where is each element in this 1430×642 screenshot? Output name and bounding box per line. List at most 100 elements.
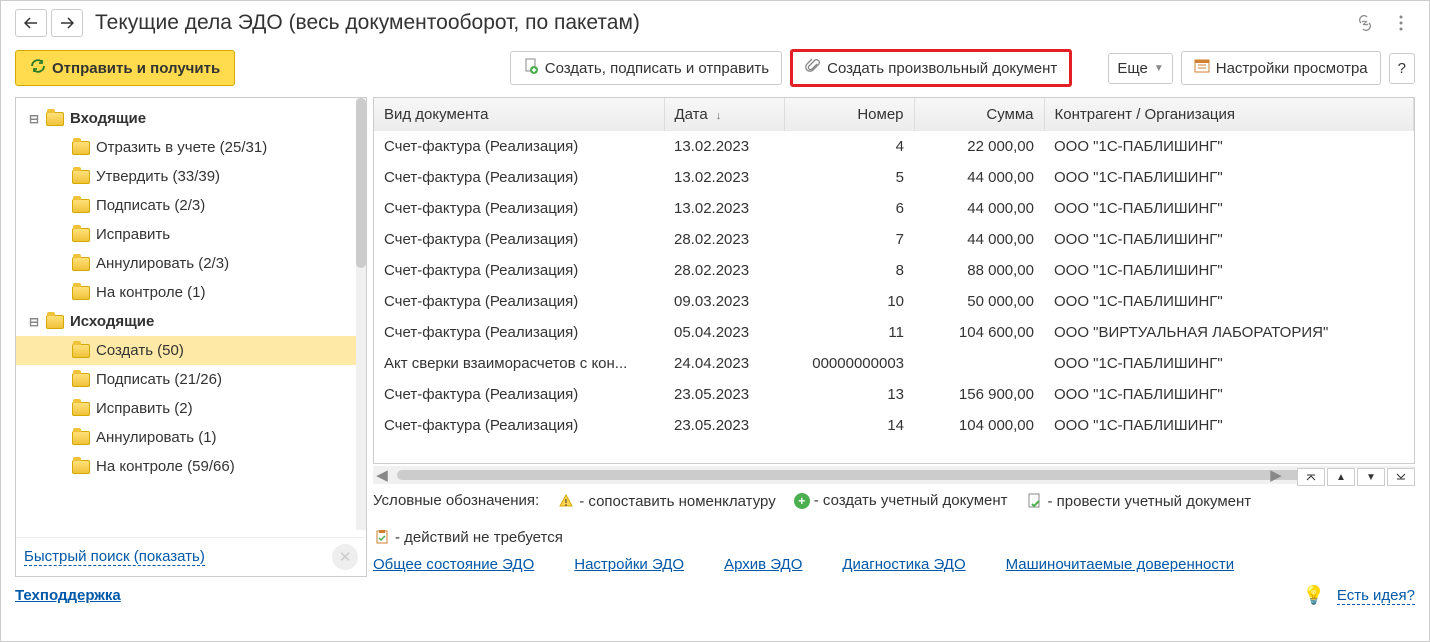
tree-item[interactable]: Подписать (2/3) <box>16 191 366 220</box>
page-title: Текущие дела ЭДО (весь документооборот, … <box>95 11 1339 35</box>
tree-item[interactable]: Исправить <box>16 220 366 249</box>
table-row[interactable]: Счет-фактура (Реализация)23.05.202314104… <box>374 410 1414 441</box>
folder-icon <box>72 257 90 271</box>
tree-item[interactable]: На контроле (1) <box>16 278 366 307</box>
tree-item-label: Аннулировать (1) <box>96 429 217 446</box>
col-sum[interactable]: Сумма <box>914 98 1044 131</box>
tree-item[interactable]: Исправить (2) <box>16 394 366 423</box>
tree-item[interactable]: Создать (50) <box>16 336 366 365</box>
folder-icon <box>46 112 64 126</box>
folder-icon <box>72 141 90 155</box>
idea-link[interactable]: Есть идея? <box>1337 587 1415 605</box>
create-sign-send-button[interactable]: Создать, подписать и отправить <box>510 51 782 85</box>
folder-icon <box>72 431 90 445</box>
tree-item-label: Исправить (2) <box>96 400 193 417</box>
table-row[interactable]: Акт сверки взаиморасчетов с кон...24.04.… <box>374 348 1414 379</box>
table-row[interactable]: Счет-фактура (Реализация)13.02.2023644 0… <box>374 193 1414 224</box>
document-check-icon <box>1026 492 1044 510</box>
warning-icon <box>557 492 575 510</box>
scroll-down-button[interactable]: ▼ <box>1357 468 1385 486</box>
forward-button[interactable] <box>51 9 83 37</box>
clipboard-check-icon <box>373 528 391 546</box>
link-overall-state[interactable]: Общее состояние ЭДО <box>373 556 534 573</box>
folder-icon <box>72 286 90 300</box>
link-settings-edo[interactable]: Настройки ЭДО <box>574 556 684 573</box>
table-row[interactable]: Счет-фактура (Реализация)05.04.202311104… <box>374 317 1414 348</box>
tree-item[interactable]: На контроле (59/66) <box>16 452 366 481</box>
folder-icon <box>46 315 64 329</box>
col-date[interactable]: Дата↓ <box>664 98 784 131</box>
tree-item-label: На контроле (59/66) <box>96 458 235 475</box>
link-machine-readable[interactable]: Машиночитаемые доверенности <box>1006 556 1234 573</box>
sidebar: ⊟ Входящие Отразить в учете (25/31) Утверди… <box>15 97 367 577</box>
tree-item-label: На контроле (1) <box>96 284 206 301</box>
create-arbitrary-button[interactable]: Создать произвольный документ <box>790 49 1072 87</box>
tree-expander-icon[interactable]: ⊟ <box>28 113 40 125</box>
tree-item-label: Исходящие <box>70 313 154 330</box>
menu-icon[interactable] <box>1387 9 1415 37</box>
col-contractor[interactable]: Контрагент / Организация <box>1044 98 1414 131</box>
document-table: Вид документа Дата↓ Номер Сумма Контраге… <box>373 97 1415 464</box>
chevron-down-icon: ▼ <box>1154 63 1164 74</box>
table-row[interactable]: Счет-фактура (Реализация)28.02.2023888 0… <box>374 255 1414 286</box>
sort-asc-icon: ↓ <box>716 110 722 122</box>
support-link[interactable]: Техподдержка <box>15 587 121 604</box>
col-doc-type[interactable]: Вид документа <box>374 98 664 131</box>
tree-expander-icon[interactable]: ⊟ <box>28 316 40 328</box>
clear-search-button[interactable]: ✕ <box>332 544 358 570</box>
plus-circle-icon: + <box>794 493 810 509</box>
tree-item[interactable]: Аннулировать (2/3) <box>16 249 366 278</box>
legend-no-action: - действий не требуется <box>373 528 563 546</box>
tree-item-label: Утвердить (33/39) <box>96 168 220 185</box>
table-row[interactable]: Счет-фактура (Реализация)13.02.2023544 0… <box>374 162 1414 193</box>
scroll-top-button[interactable] <box>1297 468 1325 486</box>
link-diagnostics-edo[interactable]: Диагностика ЭДО <box>842 556 965 573</box>
link-icon[interactable] <box>1351 9 1379 37</box>
scroll-bottom-button[interactable] <box>1387 468 1415 486</box>
tree-item[interactable]: ⊟ Входящие <box>16 104 366 133</box>
tree-item-label: Исправить <box>96 226 170 243</box>
scrollbar-horizontal[interactable]: ◀ ▶ <box>373 466 1415 484</box>
folder-icon <box>72 373 90 387</box>
link-archive-edo[interactable]: Архив ЭДО <box>724 556 802 573</box>
refresh-icon <box>30 58 46 78</box>
attachment-icon <box>805 58 821 78</box>
folder-icon <box>72 460 90 474</box>
table-row[interactable]: Счет-фактура (Реализация)13.02.2023422 0… <box>374 131 1414 162</box>
view-settings-button[interactable]: Настройки просмотра <box>1181 51 1381 85</box>
table-row[interactable]: Счет-фактура (Реализация)23.05.202313156… <box>374 379 1414 410</box>
legend-post-accounting: - провести учетный документ <box>1026 492 1252 510</box>
tree-item[interactable]: Отразить в учете (25/31) <box>16 133 366 162</box>
back-button[interactable] <box>15 9 47 37</box>
legend-map-nomenclature: - сопоставить номенклатуру <box>557 492 776 510</box>
tree-item[interactable]: Аннулировать (1) <box>16 423 366 452</box>
col-number[interactable]: Номер <box>784 98 914 131</box>
folder-icon <box>72 402 90 416</box>
help-button[interactable]: ? <box>1389 53 1415 84</box>
calendar-icon <box>1194 58 1210 78</box>
legend-label: Условные обозначения: <box>373 492 539 509</box>
folder-icon <box>72 199 90 213</box>
tree-item-label: Подписать (21/26) <box>96 371 222 388</box>
folder-icon <box>72 170 90 184</box>
tree-item-label: Подписать (2/3) <box>96 197 205 214</box>
tree-item-label: Входящие <box>70 110 146 127</box>
tree-item[interactable]: Утвердить (33/39) <box>16 162 366 191</box>
scroll-up-button[interactable]: ▲ <box>1327 468 1355 486</box>
more-button[interactable]: Еще ▼ <box>1108 53 1172 84</box>
folder-icon <box>72 228 90 242</box>
bulb-icon: 💡 <box>1302 585 1324 606</box>
legend-create-accounting: + - создать учетный документ <box>794 492 1008 509</box>
document-add-icon <box>523 58 539 78</box>
table-row[interactable]: Счет-фактура (Реализация)28.02.2023744 0… <box>374 224 1414 255</box>
tree-item[interactable]: Подписать (21/26) <box>16 365 366 394</box>
tree-item-label: Отразить в учете (25/31) <box>96 139 267 156</box>
quick-search-link[interactable]: Быстрый поиск (показать) <box>24 548 205 566</box>
tree-item-label: Создать (50) <box>96 342 184 359</box>
scrollbar-vertical[interactable] <box>356 98 366 530</box>
tree-item[interactable]: ⊟ Исходящие <box>16 307 366 336</box>
folder-icon <box>72 344 90 358</box>
tree-item-label: Аннулировать (2/3) <box>96 255 229 272</box>
table-row[interactable]: Счет-фактура (Реализация)09.03.20231050 … <box>374 286 1414 317</box>
send-receive-button[interactable]: Отправить и получить <box>15 50 235 86</box>
